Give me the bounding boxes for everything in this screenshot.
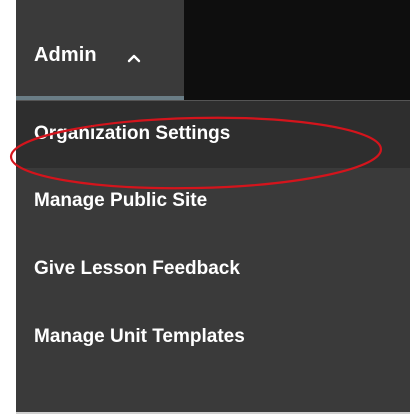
admin-dropdown-menu: Organization Settings Manage Public Site… — [16, 100, 410, 412]
chevron-up-icon — [127, 50, 141, 63]
menu-item-organization-settings[interactable]: Organization Settings — [16, 100, 410, 168]
menu-item-give-lesson-feedback[interactable]: Give Lesson Feedback — [16, 236, 410, 304]
admin-nav-tab[interactable]: Admin — [16, 0, 184, 100]
menu-item-label: Manage Public Site — [34, 190, 208, 211]
admin-nav-label: Admin — [34, 44, 97, 66]
menu-item-manage-unit-templates[interactable]: Manage Unit Templates — [16, 304, 410, 372]
menu-bottom-border — [16, 412, 410, 414]
menu-item-label: Organization Settings — [34, 123, 231, 144]
menu-item-manage-public-site[interactable]: Manage Public Site — [16, 168, 410, 236]
menu-item-label: Manage Unit Templates — [34, 326, 245, 347]
menu-item-label: Give Lesson Feedback — [34, 258, 240, 279]
admin-dropdown-frame: Admin Organization Settings Manage Publi… — [0, 0, 410, 418]
